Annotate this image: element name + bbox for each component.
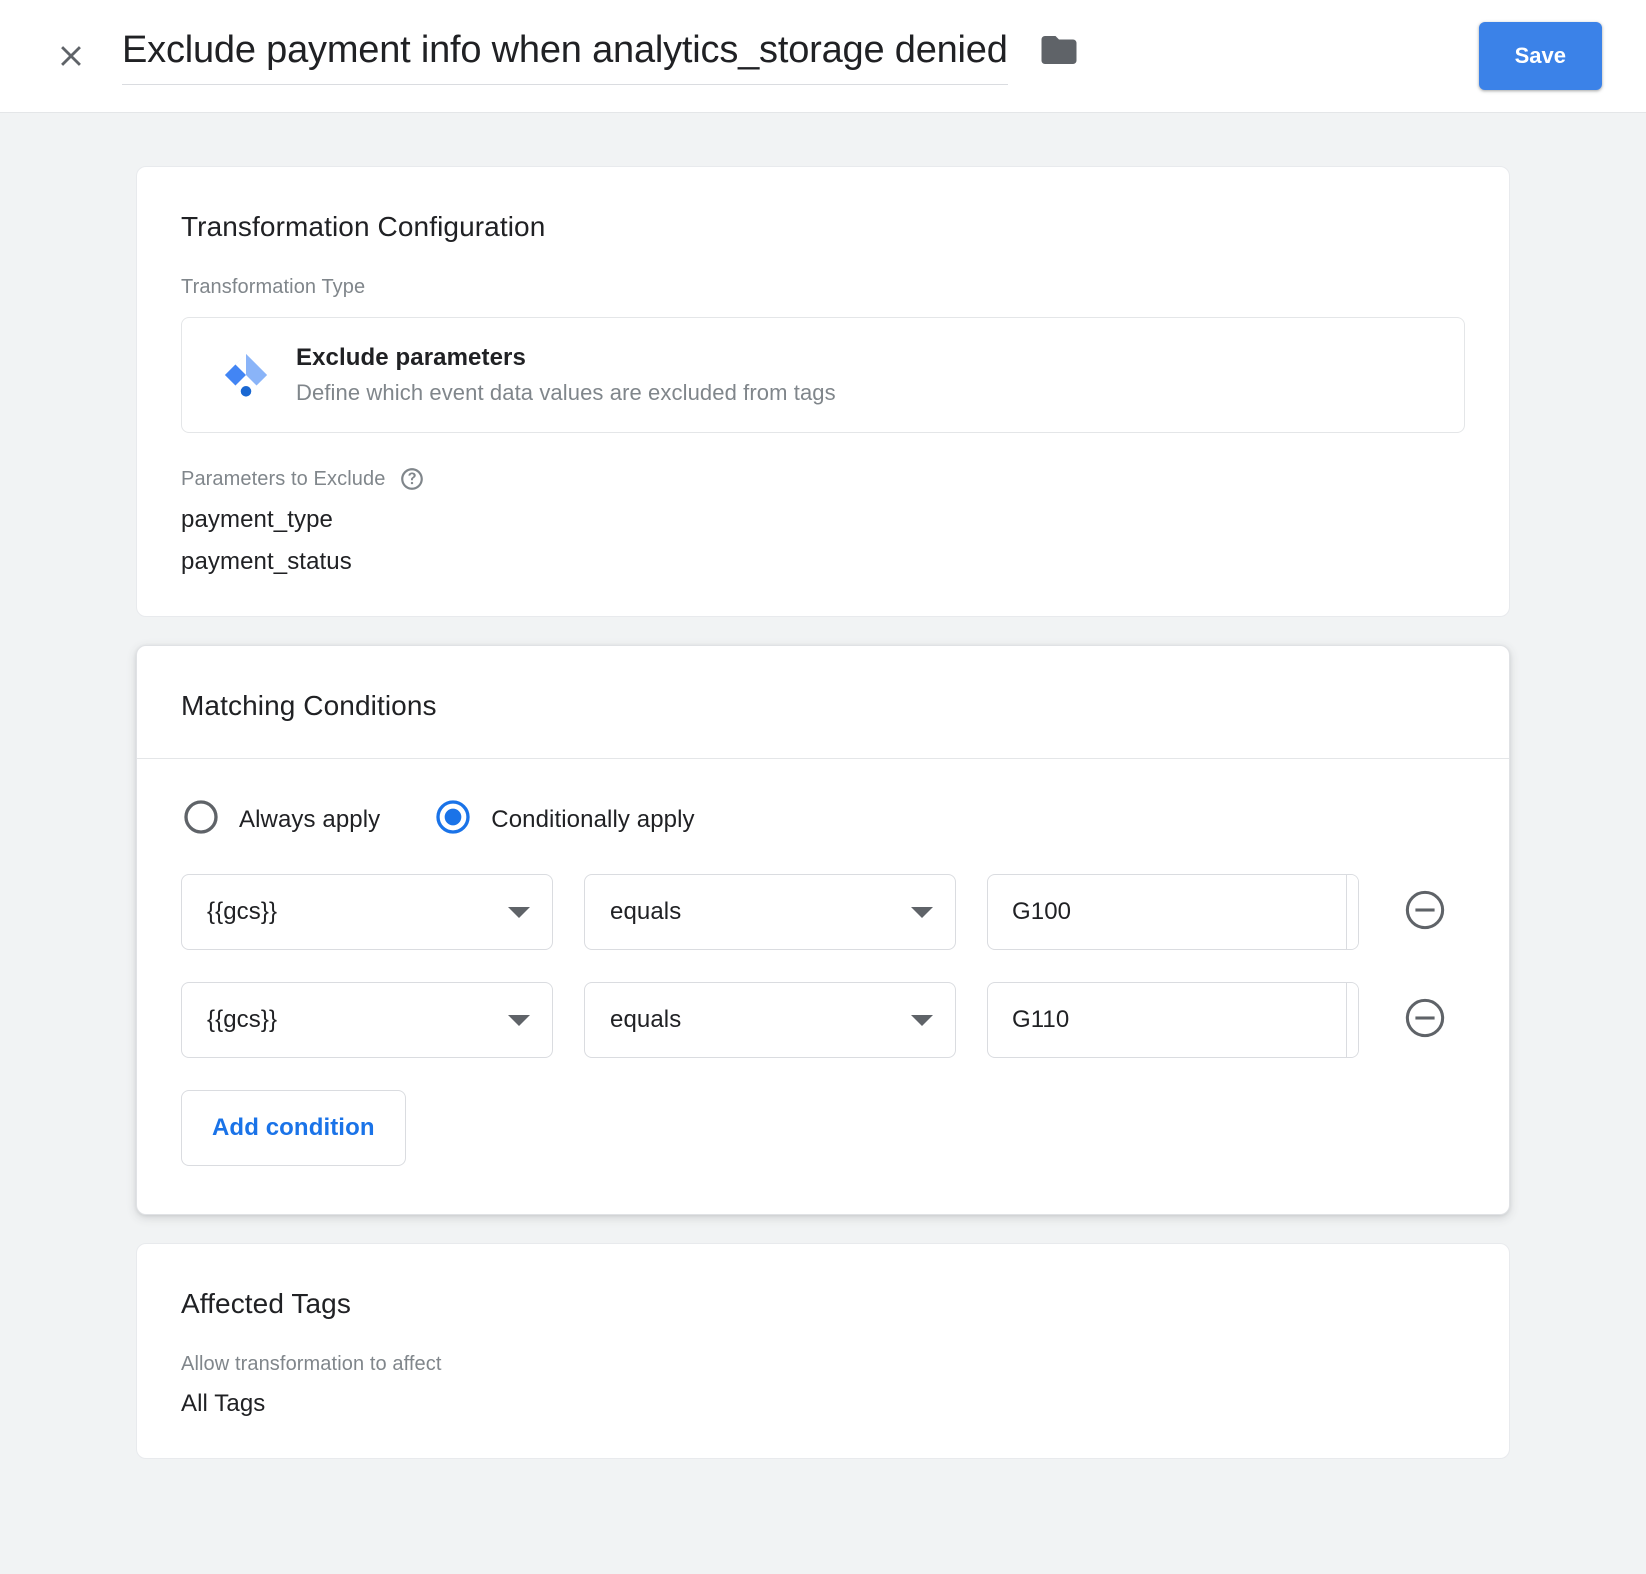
insert-variable-icon[interactable]	[1346, 875, 1358, 949]
help-icon[interactable]	[399, 466, 425, 492]
radio-always-apply-label: Always apply	[239, 805, 381, 833]
affected-tags-title: Affected Tags	[181, 1288, 351, 1319]
radio-conditionally-apply[interactable]: Conditionally apply	[433, 797, 695, 842]
condition-row: {{gcs}} equals	[181, 874, 1465, 950]
radio-unselected-icon	[181, 797, 221, 842]
condition-operator-value: equals	[610, 1006, 682, 1033]
parameters-to-exclude-label: Parameters to Exclude	[181, 467, 386, 490]
matching-conditions-card: Matching Conditions Always apply Conditi…	[136, 645, 1510, 1215]
condition-value-field	[987, 982, 1359, 1058]
matching-conditions-title: Matching Conditions	[181, 690, 437, 721]
parameter-item: payment_status	[181, 548, 352, 575]
remove-condition-button[interactable]	[1400, 887, 1450, 937]
affected-tags-card: Affected Tags Allow transformation to af…	[136, 1243, 1510, 1459]
chevron-down-icon	[508, 1014, 530, 1026]
gtm-diamond-icon	[214, 352, 278, 398]
insert-variable-icon[interactable]	[1346, 983, 1358, 1057]
chevron-down-icon	[508, 906, 530, 918]
condition-row: {{gcs}} equals	[181, 982, 1465, 1058]
allow-transformation-value: All Tags	[181, 1390, 266, 1417]
content-area: Transformation Configuration Transformat…	[0, 113, 1646, 1459]
condition-operator-select[interactable]: equals	[584, 982, 956, 1058]
condition-value-input[interactable]	[988, 983, 1346, 1057]
condition-variable-value: {{gcs}}	[207, 898, 278, 925]
remove-condition-button[interactable]	[1400, 995, 1450, 1045]
close-button[interactable]	[48, 33, 94, 79]
transformation-name-input[interactable]: Exclude payment info when analytics_stor…	[122, 27, 1008, 86]
app-header: Exclude payment info when analytics_stor…	[0, 0, 1646, 113]
condition-value-field	[987, 874, 1359, 950]
condition-variable-select[interactable]: {{gcs}}	[181, 874, 553, 950]
folder-icon[interactable]	[1038, 29, 1080, 71]
allow-transformation-label: Allow transformation to affect	[181, 1353, 442, 1375]
transformation-type-description: Define which event data values are exclu…	[296, 380, 836, 405]
title-area: Exclude payment info when analytics_stor…	[122, 27, 1080, 86]
parameter-item: payment_type	[181, 506, 333, 533]
transformation-configuration-card: Transformation Configuration Transformat…	[136, 166, 1510, 617]
remove-circle-icon	[1402, 887, 1448, 938]
remove-circle-icon	[1402, 995, 1448, 1046]
add-condition-button[interactable]: Add condition	[181, 1090, 406, 1166]
transformation-type-label: Transformation Type	[181, 276, 366, 298]
radio-conditionally-apply-label: Conditionally apply	[491, 805, 695, 833]
chevron-down-icon	[911, 906, 933, 918]
save-button[interactable]: Save	[1478, 22, 1602, 90]
transformation-type-selector[interactable]: Exclude parameters Define which event da…	[181, 317, 1465, 433]
condition-variable-select[interactable]: {{gcs}}	[181, 982, 553, 1058]
condition-operator-value: equals	[610, 898, 682, 925]
condition-operator-select[interactable]: equals	[584, 874, 956, 950]
radio-selected-icon	[433, 797, 473, 842]
transformation-type-name: Exclude parameters	[296, 344, 526, 371]
condition-value-input[interactable]	[988, 875, 1346, 949]
apply-mode-radio-group: Always apply Conditionally apply	[181, 797, 1465, 842]
condition-variable-value: {{gcs}}	[207, 1006, 278, 1033]
radio-always-apply[interactable]: Always apply	[181, 797, 380, 842]
transformation-card-title: Transformation Configuration	[181, 211, 546, 242]
parameters-to-exclude-label-row: Parameters to Exclude	[181, 466, 1465, 492]
close-icon	[54, 39, 88, 73]
chevron-down-icon	[911, 1014, 933, 1026]
